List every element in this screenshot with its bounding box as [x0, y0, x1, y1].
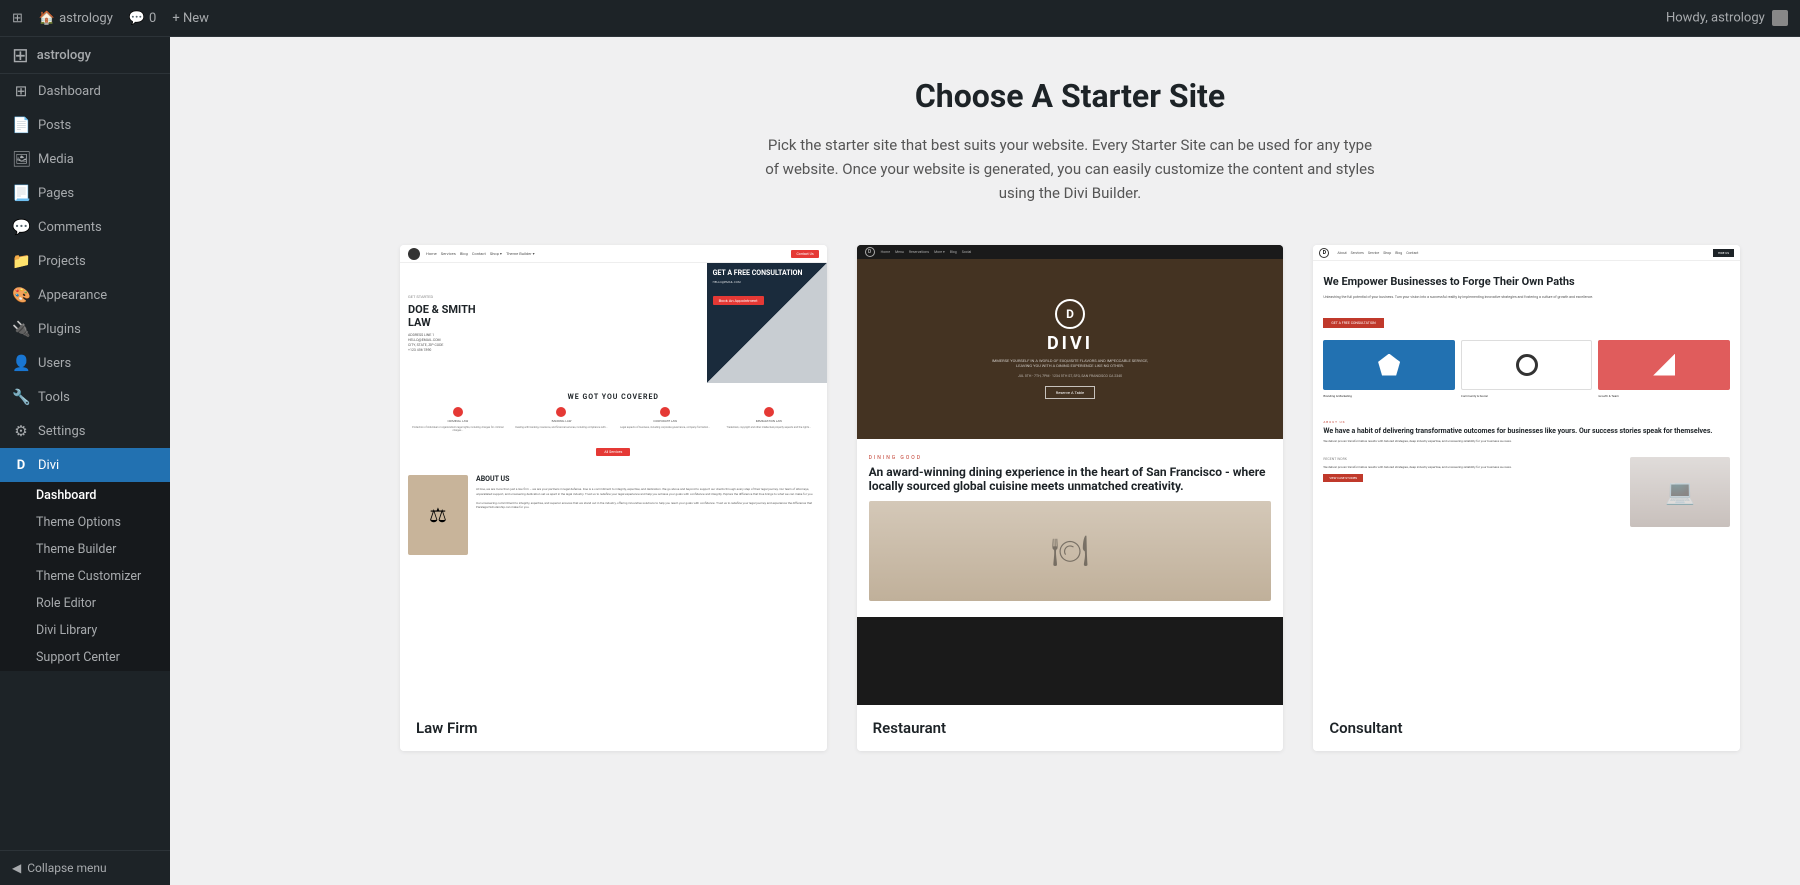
submenu-item-role-editor[interactable]: Role Editor [0, 590, 170, 617]
sidebar-item-settings[interactable]: ⚙ Settings [0, 414, 170, 448]
media-icon: 🖼 [12, 150, 30, 168]
submenu-label-theme-options: Theme Options [36, 515, 121, 530]
collapse-label: Collapse menu [27, 861, 106, 875]
tools-icon: 🔧 [12, 388, 30, 406]
sidebar-collapse-button[interactable]: ◀ Collapse menu [0, 850, 170, 885]
comments-count: 0 [149, 11, 156, 26]
starter-sites-grid: HomeServicesBlogContactShop ▾Theme Build… [400, 245, 1740, 751]
sidebar-item-tools[interactable]: 🔧 Tools [0, 380, 170, 414]
page-subtitle: Pick the starter site that best suits yo… [760, 133, 1380, 205]
site-name-link[interactable]: 🏠 astrology [39, 11, 113, 26]
submenu-label-theme-builder: Theme Builder [36, 542, 116, 557]
topbar-right: Howdy, astrology [1666, 10, 1788, 26]
sidebar-item-projects[interactable]: 📁 Projects [0, 244, 170, 278]
sidebar-label-posts: Posts [38, 118, 71, 133]
divi-submenu: Dashboard Theme Options Theme Builder Th… [0, 482, 170, 671]
restaurant-label: Restaurant [857, 705, 1284, 751]
sidebar-label-appearance: Appearance [38, 288, 107, 303]
submenu-item-dashboard[interactable]: Dashboard [0, 482, 170, 509]
site-name-text: astrology [59, 11, 113, 26]
submenu-label-support-center: Support Center [36, 650, 120, 665]
restaurant-preview: D HomeMenuReservationsMore ▾BlogSocial D… [857, 245, 1284, 705]
page-title: Choose A Starter Site [400, 77, 1740, 115]
sidebar-site-name: astrology [37, 48, 91, 63]
sidebar-item-media[interactable]: 🖼 Media [0, 142, 170, 176]
topbar: ⊞ 🏠 astrology 💬 0 + New Howdy, astrology [0, 0, 1800, 37]
submenu-item-theme-customizer[interactable]: Theme Customizer [0, 563, 170, 590]
starter-card-law-firm[interactable]: HomeServicesBlogContactShop ▾Theme Build… [400, 245, 827, 751]
submenu-label-dashboard: Dashboard [36, 488, 96, 503]
submenu-item-support-center[interactable]: Support Center [0, 644, 170, 671]
comments-link[interactable]: 💬 0 [129, 11, 157, 26]
sidebar-label-divi: Divi [38, 458, 59, 473]
users-icon: 👤 [12, 354, 30, 372]
sidebar-item-posts[interactable]: 📄 Posts [0, 108, 170, 142]
submenu-label-divi-library: Divi Library [36, 623, 97, 638]
comments-sidebar-icon: 💬 [12, 218, 30, 236]
posts-icon: 📄 [12, 116, 30, 134]
submenu-item-theme-options[interactable]: Theme Options [0, 509, 170, 536]
sidebar-label-users: Users [38, 356, 71, 371]
wordpress-icon: ⊞ [12, 11, 23, 26]
sidebar-item-users[interactable]: 👤 Users [0, 346, 170, 380]
sidebar-label-media: Media [38, 152, 74, 167]
sidebar-item-pages[interactable]: 📃 Pages [0, 176, 170, 210]
sidebar-nav: ⊞ Dashboard 📄 Posts 🖼 Media 📃 Pages 💬 Co… [0, 74, 170, 850]
starter-card-restaurant[interactable]: D HomeMenuReservationsMore ▾BlogSocial D… [857, 245, 1284, 751]
new-label: + New [172, 11, 209, 26]
submenu-label-role-editor: Role Editor [36, 596, 96, 611]
sidebar-label-dashboard: Dashboard [38, 84, 101, 99]
sidebar-label-tools: Tools [38, 390, 70, 405]
projects-icon: 📁 [12, 252, 30, 270]
consultant-label: Consultant [1313, 705, 1740, 751]
sidebar-item-dashboard[interactable]: ⊞ Dashboard [0, 74, 170, 108]
appearance-icon: 🎨 [12, 286, 30, 304]
user-avatar [1772, 10, 1788, 26]
law-firm-label: Law Firm [400, 705, 827, 751]
sidebar-item-comments[interactable]: 💬 Comments [0, 210, 170, 244]
comments-icon: 💬 [129, 11, 145, 26]
sidebar-label-pages: Pages [38, 186, 74, 201]
plugins-icon: 🔌 [12, 320, 30, 338]
main-wrapper: Choose A Starter Site Pick the starter s… [340, 37, 1800, 885]
main-content: Choose A Starter Site Pick the starter s… [340, 37, 1800, 811]
wp-logo-icon: ⊞ [12, 43, 29, 67]
sidebar-item-appearance[interactable]: 🎨 Appearance [0, 278, 170, 312]
wp-logo-link[interactable]: ⊞ [12, 11, 23, 26]
submenu-item-divi-library[interactable]: Divi Library [0, 617, 170, 644]
consultant-preview: D AboutServicesServiceShopBlogContact HI… [1313, 245, 1740, 705]
sidebar-label-settings: Settings [38, 424, 85, 439]
topbar-left: ⊞ 🏠 astrology 💬 0 + New [12, 11, 209, 26]
sidebar-item-divi[interactable]: D Divi [0, 448, 170, 482]
sidebar-item-plugins[interactable]: 🔌 Plugins [0, 312, 170, 346]
divi-icon: D [12, 456, 30, 474]
sidebar-header: ⊞ astrology [0, 37, 170, 74]
sidebar: ⊞ astrology ⊞ Dashboard 📄 Posts 🖼 Media … [0, 0, 170, 885]
starter-card-consultant[interactable]: D AboutServicesServiceShopBlogContact HI… [1313, 245, 1740, 751]
collapse-icon: ◀ [12, 861, 21, 875]
submenu-item-theme-builder[interactable]: Theme Builder [0, 536, 170, 563]
submenu-label-theme-customizer: Theme Customizer [36, 569, 141, 584]
sidebar-label-plugins: Plugins [38, 322, 81, 337]
sidebar-label-projects: Projects [38, 254, 86, 269]
law-firm-preview: HomeServicesBlogContactShop ▾Theme Build… [400, 245, 827, 705]
home-icon: 🏠 [39, 11, 55, 26]
sidebar-label-comments: Comments [38, 220, 102, 235]
pages-icon: 📃 [12, 184, 30, 202]
settings-icon: ⚙ [12, 422, 30, 440]
new-content-link[interactable]: + New [172, 11, 209, 26]
dashboard-icon: ⊞ [12, 82, 30, 100]
howdy-text[interactable]: Howdy, astrology [1666, 10, 1765, 25]
